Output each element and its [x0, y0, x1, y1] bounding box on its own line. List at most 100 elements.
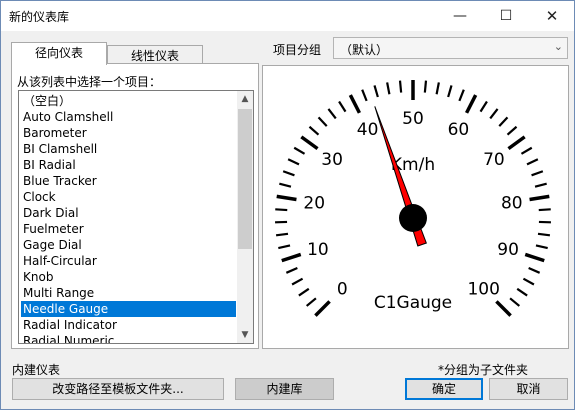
minor-tick — [522, 277, 535, 286]
vertical-scrollbar[interactable]: ▲ ▼ — [237, 91, 253, 343]
minor-tick — [537, 232, 551, 237]
minor-tick — [287, 158, 300, 166]
major-tick — [314, 300, 331, 317]
major-tick — [300, 135, 319, 151]
list-item[interactable]: Radial Indicator — [21, 317, 236, 333]
scroll-up-icon[interactable]: ▲ — [237, 91, 253, 107]
gauge-name-label: C1Gauge — [374, 293, 452, 313]
minor-tick — [458, 89, 465, 102]
tick-label: 60 — [448, 120, 470, 140]
minor-tick — [275, 208, 288, 212]
minor-tick — [373, 85, 379, 98]
minor-tick — [308, 125, 320, 136]
major-tick — [529, 194, 550, 202]
maximize-button[interactable]: ☐ — [483, 1, 529, 31]
scroll-down-icon[interactable]: ▼ — [237, 327, 253, 343]
tick-label: 10 — [307, 240, 329, 260]
list-item[interactable]: Radial Numeric — [21, 333, 236, 343]
minimize-button[interactable]: — — [437, 1, 483, 31]
minor-tick — [293, 146, 306, 155]
gauge-listbox[interactable]: （空白） Auto Clamshell Barometer BI Clamshell B… — [18, 90, 254, 344]
list-item[interactable]: Auto Clamshell — [21, 109, 236, 125]
tick-label: 30 — [321, 150, 343, 170]
list-item[interactable]: Barometer — [21, 125, 236, 141]
tick-label: 90 — [497, 240, 519, 260]
list-item[interactable]: Clock — [21, 189, 236, 205]
minor-tick — [317, 116, 328, 127]
minor-tick — [327, 108, 337, 120]
minor-tick — [291, 277, 304, 286]
major-tick — [348, 94, 361, 114]
group-label: 项目分组 — [273, 43, 322, 57]
tick-label: 40 — [357, 120, 379, 140]
tick-label: 100 — [467, 280, 499, 300]
minor-tick — [520, 146, 533, 155]
ok-button[interactable]: 确定 — [405, 378, 483, 400]
window-title: 新的仪表库 — [9, 10, 70, 24]
title-bar: 新的仪表库 — ☐ ✕ — [1, 1, 574, 31]
minor-tick — [282, 170, 295, 177]
minor-tick — [538, 208, 551, 212]
chevron-down-icon: ⌄ — [553, 40, 563, 53]
list-item[interactable]: Knob — [21, 269, 236, 285]
list-item[interactable]: BI Radial — [21, 157, 236, 173]
list-item[interactable]: Needle Gauge — [21, 301, 236, 317]
dialog-window: 新的仪表库 — ☐ ✕ 径向仪表 线性仪表 项目分组 （默认） ⌄ 从该列表中选… — [0, 0, 575, 410]
major-tick — [495, 300, 512, 317]
major-tick — [524, 252, 545, 263]
minor-tick — [516, 287, 528, 297]
gauge-preview: 0 10 20 30 40 50 60 70 80 90 100 Km/h C1Gauge — [262, 65, 569, 349]
scroll-thumb[interactable] — [238, 109, 252, 249]
minor-tick — [479, 100, 488, 113]
major-tick — [507, 135, 526, 151]
minor-tick — [278, 244, 291, 250]
close-icon: ✕ — [545, 7, 559, 25]
minor-tick — [398, 80, 403, 93]
tick-label: 70 — [483, 150, 505, 170]
gauge-svg: 0102030405060708090100 Km/h C1Gauge — [275, 80, 551, 317]
list-prompt: 从该列表中选择一个项目： — [17, 75, 162, 89]
change-path-button[interactable]: 改变路径至模板文件夹... — [12, 378, 224, 400]
minor-tick — [435, 82, 440, 95]
group-select[interactable]: （默认） ⌄ — [333, 37, 568, 59]
list-item[interactable]: Gage Dial — [21, 237, 236, 253]
minor-tick — [447, 85, 453, 98]
close-button[interactable]: ✕ — [529, 1, 575, 31]
minor-tick — [506, 125, 518, 136]
list-item[interactable]: Blue Tracker — [21, 173, 236, 189]
minor-tick — [305, 297, 317, 307]
minor-tick — [275, 232, 289, 237]
maximize-icon: ☐ — [499, 8, 513, 24]
minor-tick — [509, 297, 521, 307]
minor-tick — [279, 182, 292, 188]
tab-radial-gauges[interactable]: 径向仪表 — [11, 42, 107, 65]
major-tick — [276, 194, 297, 202]
list-item[interactable]: Fuelmeter — [21, 221, 236, 237]
list-item[interactable]: Dark Dial — [21, 205, 236, 221]
builtin-library-button[interactable]: 内建库 — [235, 378, 334, 400]
minor-tick — [528, 267, 541, 274]
major-tick — [465, 94, 478, 114]
subfolder-note: *分组为子文件夹 — [438, 363, 529, 377]
gauge-hub — [399, 204, 427, 232]
minor-tick — [531, 170, 544, 177]
tick-label: 0 — [337, 280, 348, 300]
minor-tick — [498, 116, 509, 127]
list-item[interactable]: Multi Range — [21, 285, 236, 301]
tick-label: 50 — [402, 109, 424, 129]
list-item[interactable]: BI Clamshell — [21, 141, 236, 157]
minor-tick — [489, 108, 499, 120]
cancel-button[interactable]: 取消 — [489, 378, 568, 400]
tick-label: 20 — [303, 193, 325, 213]
minor-tick — [386, 82, 391, 95]
group-select-value: （默认） — [340, 43, 389, 57]
tick-label: 80 — [501, 193, 523, 213]
major-tick — [281, 252, 302, 263]
list-item[interactable]: （空白） — [21, 93, 236, 109]
minor-tick — [423, 80, 428, 93]
minimize-icon: — — [453, 8, 467, 24]
list-item[interactable]: Half-Circular — [21, 253, 236, 269]
minor-tick — [338, 100, 347, 113]
minor-tick — [535, 244, 548, 250]
minor-tick — [534, 182, 547, 188]
